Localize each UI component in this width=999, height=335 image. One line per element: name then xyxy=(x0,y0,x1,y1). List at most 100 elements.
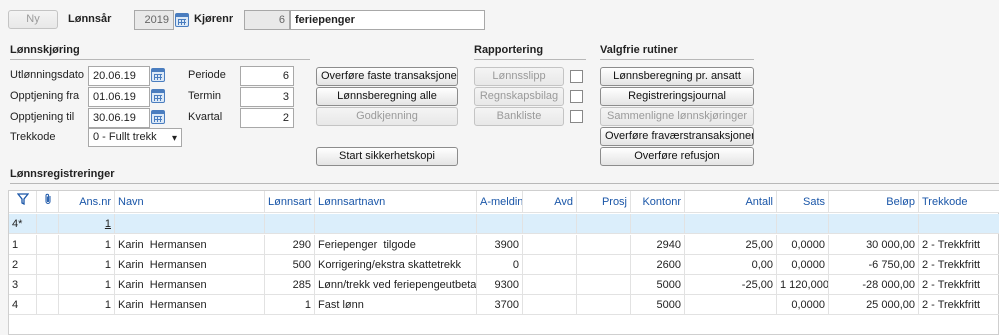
trekkode-cell[interactable]: 2 - Trekkfritt xyxy=(919,235,999,255)
new-entry-row[interactable]: 4* 1 xyxy=(9,214,999,234)
trekkode-select[interactable]: 0 - Fullt trekk ▾ xyxy=(88,128,182,147)
antall-cell[interactable]: 0,00 xyxy=(685,255,777,275)
amelding-cell[interactable]: 3900 xyxy=(477,235,523,255)
new-button[interactable]: Ny xyxy=(8,10,58,29)
belop-cell[interactable]: -6 750,00 xyxy=(829,255,919,275)
lonnsslipp-button[interactable]: Lønnsslipp xyxy=(474,67,564,86)
kjorenr-number-field[interactable]: 6 xyxy=(244,10,290,30)
ansnr-cell[interactable]: 1 xyxy=(59,214,115,234)
prosj-cell[interactable] xyxy=(577,235,631,255)
ansnr-cell[interactable]: 1 xyxy=(59,235,115,255)
col-header[interactable]: Prosj xyxy=(577,191,631,213)
table-row[interactable]: 2 1 Karin Hermansen 500 Korrigering/ekst… xyxy=(9,255,999,275)
col-header[interactable]: Trekkode xyxy=(919,191,999,213)
calendar-icon[interactable] xyxy=(151,110,165,124)
sats-cell[interactable]: 1 120,0000 xyxy=(777,275,829,295)
table-row[interactable]: 4 1 Karin Hermansen 1 Fast lønn 3700 500… xyxy=(9,295,999,315)
registreringsjournal-button[interactable]: Registreringsjournal xyxy=(600,87,754,106)
calendar-icon[interactable] xyxy=(151,89,165,103)
regnskapsbilag-button[interactable]: Regnskapsbilag xyxy=(474,87,564,106)
col-header[interactable]: Sats xyxy=(777,191,829,213)
valgfrie-divider xyxy=(600,59,754,60)
navn-cell[interactable]: Karin Hermansen xyxy=(115,275,265,295)
sats-cell[interactable]: 0,0000 xyxy=(777,255,829,275)
opptjening-fra-field[interactable]: 01.06.19 xyxy=(88,87,150,107)
sats-cell[interactable]: 0,0000 xyxy=(777,295,829,315)
kjorenr-name-field[interactable]: feriepenger xyxy=(290,10,485,30)
lonnsart-cell[interactable]: 285 xyxy=(265,275,315,295)
paperclip-icon[interactable] xyxy=(37,191,59,213)
termin-field[interactable]: 3 xyxy=(240,87,294,107)
lonnsar-picker-icon[interactable] xyxy=(175,13,189,27)
prosj-cell[interactable] xyxy=(577,295,631,315)
avd-cell[interactable] xyxy=(523,255,577,275)
antall-cell[interactable] xyxy=(685,295,777,315)
col-header[interactable]: Ans.nr xyxy=(59,191,115,213)
navn-cell[interactable]: Karin Hermansen xyxy=(115,255,265,275)
kvartal-field[interactable]: 2 xyxy=(240,108,294,128)
attachment-cell xyxy=(37,255,59,275)
periode-field[interactable]: 6 xyxy=(240,66,294,86)
overfore-fravaer-button[interactable]: Overføre fraværstransaksjoner xyxy=(600,127,754,146)
lonnsartnavn-cell[interactable]: Fast lønn xyxy=(315,295,477,315)
amelding-cell[interactable]: 3700 xyxy=(477,295,523,315)
godkjenning-button[interactable]: Godkjenning xyxy=(316,107,458,126)
start-sikkerhetskopi-button[interactable]: Start sikkerhetskopi xyxy=(316,147,458,166)
trekkode-cell[interactable]: 2 - Trekkfritt xyxy=(919,275,999,295)
belop-cell[interactable]: 25 000,00 xyxy=(829,295,919,315)
col-header[interactable]: Avd xyxy=(523,191,577,213)
antall-cell[interactable]: -25,00 xyxy=(685,275,777,295)
belop-cell[interactable]: -28 000,00 xyxy=(829,275,919,295)
ansnr-cell[interactable]: 1 xyxy=(59,275,115,295)
ansnr-cell[interactable]: 1 xyxy=(59,255,115,275)
col-header[interactable]: Beløp xyxy=(829,191,919,213)
col-header[interactable]: Lønnsartnavn xyxy=(315,191,477,213)
avd-cell[interactable] xyxy=(523,235,577,255)
utlonningsdato-field[interactable]: 20.06.19 xyxy=(88,66,150,86)
lonnsslipp-checkbox[interactable] xyxy=(570,70,583,83)
kontonr-cell[interactable]: 5000 xyxy=(631,295,685,315)
sats-cell[interactable]: 0,0000 xyxy=(777,235,829,255)
navn-cell[interactable]: Karin Hermansen xyxy=(115,295,265,315)
lonnsart-cell[interactable]: 500 xyxy=(265,255,315,275)
kontonr-cell[interactable]: 2600 xyxy=(631,255,685,275)
avd-cell[interactable] xyxy=(523,295,577,315)
ansnr-cell[interactable]: 1 xyxy=(59,295,115,315)
table-row[interactable]: 1 1 Karin Hermansen 290 Feriepenger tilg… xyxy=(9,235,999,255)
col-header[interactable]: Kontonr xyxy=(631,191,685,213)
prosj-cell[interactable] xyxy=(577,255,631,275)
filter-icon[interactable] xyxy=(9,191,37,213)
lonnsartnavn-cell[interactable]: Korrigering/ekstra skattetrekk xyxy=(315,255,477,275)
trekkode-cell[interactable]: 2 - Trekkfritt xyxy=(919,255,999,275)
calendar-icon[interactable] xyxy=(151,68,165,82)
sammenligne-button[interactable]: Sammenligne lønnskjøringer xyxy=(600,107,754,126)
overfore-faste-button[interactable]: Overføre faste transaksjoner xyxy=(316,67,458,86)
belop-cell[interactable]: 30 000,00 xyxy=(829,235,919,255)
col-header[interactable]: A-meldin xyxy=(477,191,523,213)
table-row[interactable]: 3 1 Karin Hermansen 285 Lønn/trekk ved f… xyxy=(9,275,999,295)
col-header[interactable]: Navn xyxy=(115,191,265,213)
trekkode-cell[interactable]: 2 - Trekkfritt xyxy=(919,295,999,315)
navn-cell[interactable]: Karin Hermansen xyxy=(115,235,265,255)
overfore-refusjon-button[interactable]: Overføre refusjon xyxy=(600,147,754,166)
lonnsartnavn-cell[interactable]: Feriepenger tilgode xyxy=(315,235,477,255)
lonnsart-cell[interactable]: 290 xyxy=(265,235,315,255)
lonnsart-cell[interactable]: 1 xyxy=(265,295,315,315)
col-header[interactable]: Lønnsart xyxy=(265,191,315,213)
amelding-cell[interactable]: 0 xyxy=(477,255,523,275)
prosj-cell[interactable] xyxy=(577,275,631,295)
lonnsberegning-alle-button[interactable]: Lønnsberegning alle xyxy=(316,87,458,106)
lonnsar-field[interactable]: 2019 xyxy=(134,10,174,30)
lonnsberegning-ansatt-button[interactable]: Lønnsberegning pr. ansatt xyxy=(600,67,754,86)
avd-cell[interactable] xyxy=(523,275,577,295)
kontonr-cell[interactable]: 2940 xyxy=(631,235,685,255)
col-header[interactable]: Antall xyxy=(685,191,777,213)
bankliste-button[interactable]: Bankliste xyxy=(474,107,564,126)
opptjening-til-field[interactable]: 30.06.19 xyxy=(88,108,150,128)
kontonr-cell[interactable]: 5000 xyxy=(631,275,685,295)
lonnsartnavn-cell[interactable]: Lønn/trekk ved feriepengeutbetaling xyxy=(315,275,477,295)
amelding-cell[interactable]: 9300 xyxy=(477,275,523,295)
antall-cell[interactable]: 25,00 xyxy=(685,235,777,255)
bankliste-checkbox[interactable] xyxy=(570,110,583,123)
regnskapsbilag-checkbox[interactable] xyxy=(570,90,583,103)
